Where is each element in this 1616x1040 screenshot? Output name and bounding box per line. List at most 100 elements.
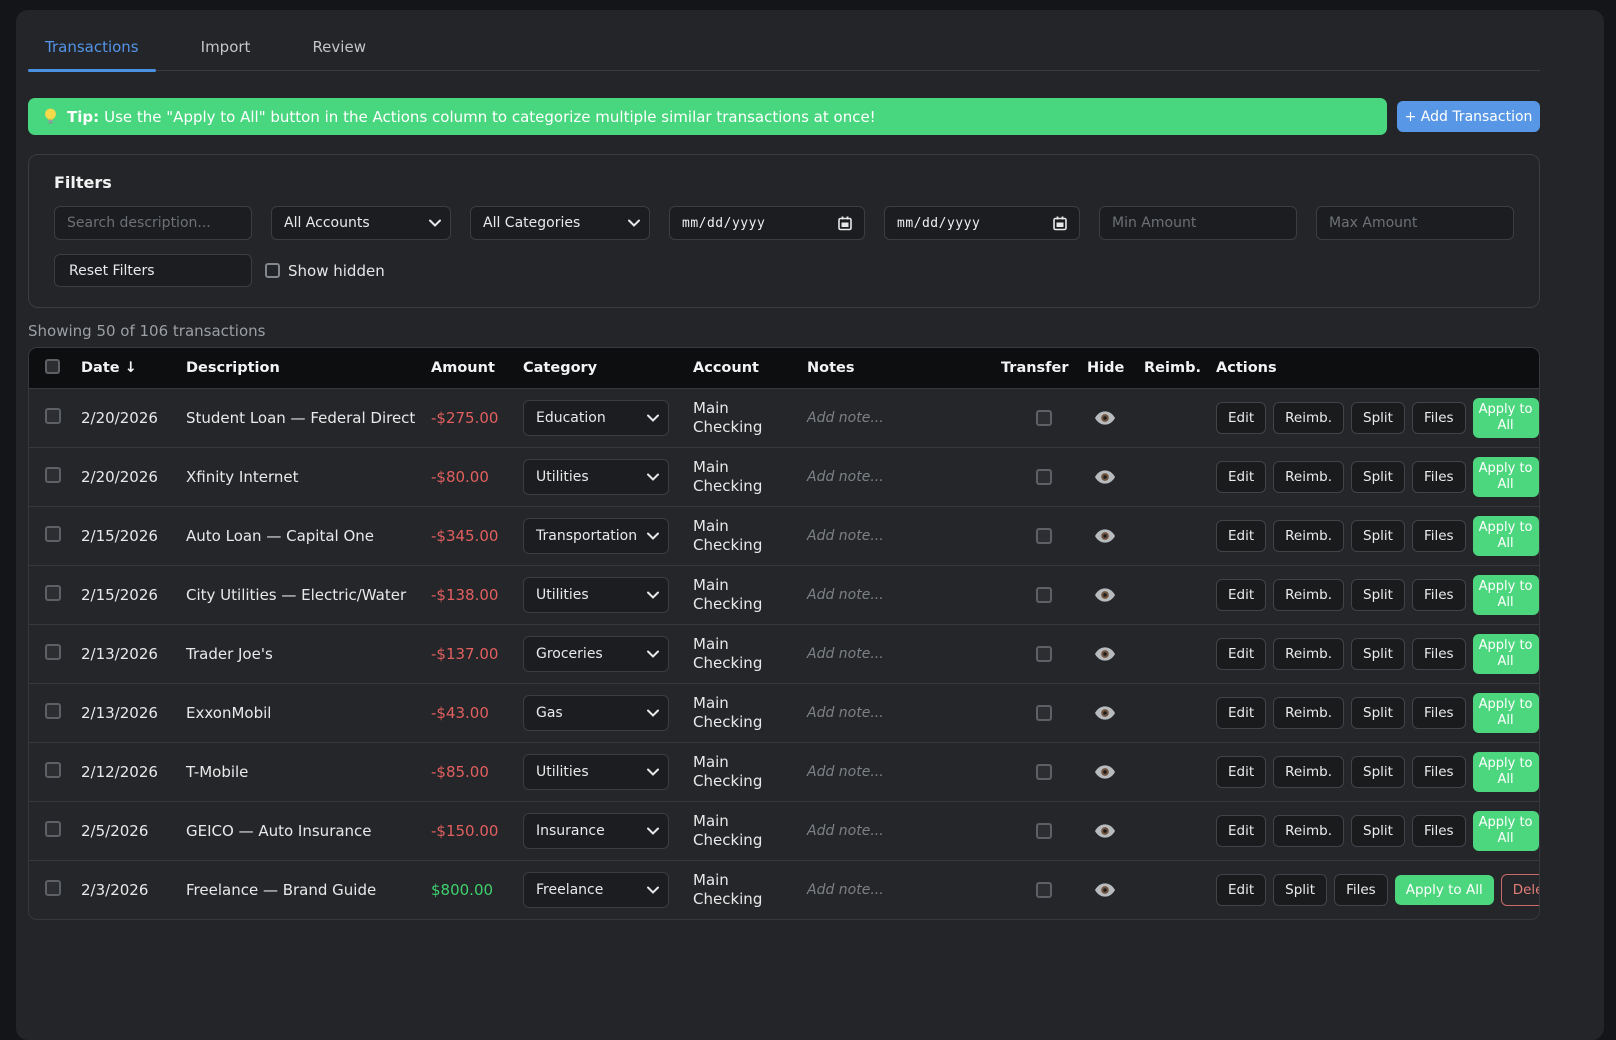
edit-button[interactable]: Edit [1216, 638, 1266, 670]
row-checkbox[interactable] [45, 880, 61, 896]
apply-to-all-button[interactable]: Apply to All [1473, 516, 1539, 555]
row-checkbox[interactable] [45, 821, 61, 837]
eye-icon[interactable] [1095, 765, 1115, 779]
files-button[interactable]: Files [1412, 815, 1466, 847]
eye-icon[interactable] [1095, 470, 1115, 484]
reimb-button[interactable]: Reimb. [1273, 579, 1344, 611]
transfer-checkbox[interactable] [1036, 410, 1052, 426]
eye-icon[interactable] [1095, 883, 1115, 897]
apply-to-all-button[interactable]: Apply to All [1473, 575, 1539, 614]
files-button[interactable]: Files [1412, 520, 1466, 552]
note-input[interactable]: Add note... [807, 764, 1001, 780]
apply-to-all-button[interactable]: Apply to All [1395, 875, 1494, 905]
tab-review[interactable]: Review [295, 38, 383, 70]
calendar-icon[interactable] [1053, 216, 1067, 231]
eye-icon[interactable] [1095, 529, 1115, 543]
category-select[interactable]: Insurance [523, 813, 669, 849]
date-to-input[interactable]: mm/dd/yyyy [884, 206, 1080, 240]
apply-to-all-button[interactable]: Apply to All [1473, 398, 1539, 437]
split-button[interactable]: Split [1351, 697, 1405, 729]
split-button[interactable]: Split [1351, 461, 1405, 493]
eye-icon[interactable] [1095, 411, 1115, 425]
row-checkbox[interactable] [45, 467, 61, 483]
max-amount-input[interactable] [1316, 206, 1514, 240]
split-button[interactable]: Split [1351, 402, 1405, 434]
note-input[interactable]: Add note... [807, 410, 1001, 426]
apply-to-all-button[interactable]: Apply to All [1473, 811, 1539, 850]
min-amount-input[interactable] [1099, 206, 1297, 240]
category-select[interactable]: Utilities [523, 577, 669, 613]
transfer-checkbox[interactable] [1036, 587, 1052, 603]
split-button[interactable]: Split [1351, 520, 1405, 552]
category-select[interactable]: Education [523, 400, 669, 436]
files-button[interactable]: Files [1412, 697, 1466, 729]
transfer-checkbox[interactable] [1036, 764, 1052, 780]
eye-icon[interactable] [1095, 706, 1115, 720]
note-input[interactable]: Add note... [807, 646, 1001, 662]
add-transaction-button[interactable]: + Add Transaction [1397, 101, 1540, 132]
files-button[interactable]: Files [1412, 461, 1466, 493]
reimb-button[interactable]: Reimb. [1273, 756, 1344, 788]
category-select[interactable]: Groceries [523, 636, 669, 672]
apply-to-all-button[interactable]: Apply to All [1473, 634, 1539, 673]
edit-button[interactable]: Edit [1216, 756, 1266, 788]
transfer-checkbox[interactable] [1036, 705, 1052, 721]
header-date[interactable]: Date ↓ [81, 360, 186, 376]
category-select[interactable]: Utilities [523, 754, 669, 790]
reimb-button[interactable]: Reimb. [1273, 815, 1344, 847]
delete-button[interactable]: Delete [1501, 874, 1540, 906]
row-checkbox[interactable] [45, 526, 61, 542]
split-button[interactable]: Split [1351, 638, 1405, 670]
transfer-checkbox[interactable] [1036, 823, 1052, 839]
account-filter-select[interactable]: All Accounts [271, 206, 451, 240]
edit-button[interactable]: Edit [1216, 874, 1266, 906]
note-input[interactable]: Add note... [807, 528, 1001, 544]
category-select[interactable]: Gas [523, 695, 669, 731]
apply-to-all-button[interactable]: Apply to All [1473, 693, 1539, 732]
transfer-checkbox[interactable] [1036, 469, 1052, 485]
edit-button[interactable]: Edit [1216, 815, 1266, 847]
row-checkbox[interactable] [45, 585, 61, 601]
note-input[interactable]: Add note... [807, 705, 1001, 721]
files-button[interactable]: Files [1334, 874, 1388, 906]
files-button[interactable]: Files [1412, 756, 1466, 788]
row-checkbox[interactable] [45, 762, 61, 778]
date-from-input[interactable]: mm/dd/yyyy [669, 206, 865, 240]
calendar-icon[interactable] [838, 216, 852, 231]
reset-filters-button[interactable]: Reset Filters [54, 254, 252, 287]
eye-icon[interactable] [1095, 588, 1115, 602]
category-select[interactable]: Utilities [523, 459, 669, 495]
files-button[interactable]: Files [1412, 638, 1466, 670]
reimb-button[interactable]: Reimb. [1273, 461, 1344, 493]
reimb-button[interactable]: Reimb. [1273, 697, 1344, 729]
select-all-checkbox[interactable] [45, 359, 60, 374]
transfer-checkbox[interactable] [1036, 528, 1052, 544]
reimb-button[interactable]: Reimb. [1273, 402, 1344, 434]
category-select[interactable]: Transportation [523, 518, 669, 554]
edit-button[interactable]: Edit [1216, 697, 1266, 729]
category-filter-select[interactable]: All Categories [470, 206, 650, 240]
apply-to-all-button[interactable]: Apply to All [1473, 752, 1539, 791]
edit-button[interactable]: Edit [1216, 402, 1266, 434]
tab-import[interactable]: Import [184, 38, 268, 70]
files-button[interactable]: Files [1412, 579, 1466, 611]
show-hidden-checkbox[interactable] [265, 263, 280, 278]
reimb-button[interactable]: Reimb. [1273, 638, 1344, 670]
reimb-button[interactable]: Reimb. [1273, 520, 1344, 552]
split-button[interactable]: Split [1351, 756, 1405, 788]
split-button[interactable]: Split [1351, 579, 1405, 611]
split-button[interactable]: Split [1351, 815, 1405, 847]
eye-icon[interactable] [1095, 647, 1115, 661]
transfer-checkbox[interactable] [1036, 882, 1052, 898]
tab-transactions[interactable]: Transactions [28, 38, 156, 70]
transfer-checkbox[interactable] [1036, 646, 1052, 662]
row-checkbox[interactable] [45, 644, 61, 660]
row-checkbox[interactable] [45, 703, 61, 719]
apply-to-all-button[interactable]: Apply to All [1473, 457, 1539, 496]
show-hidden-toggle[interactable]: Show hidden [265, 262, 385, 280]
note-input[interactable]: Add note... [807, 823, 1001, 839]
note-input[interactable]: Add note... [807, 469, 1001, 485]
files-button[interactable]: Files [1412, 402, 1466, 434]
note-input[interactable]: Add note... [807, 587, 1001, 603]
edit-button[interactable]: Edit [1216, 579, 1266, 611]
